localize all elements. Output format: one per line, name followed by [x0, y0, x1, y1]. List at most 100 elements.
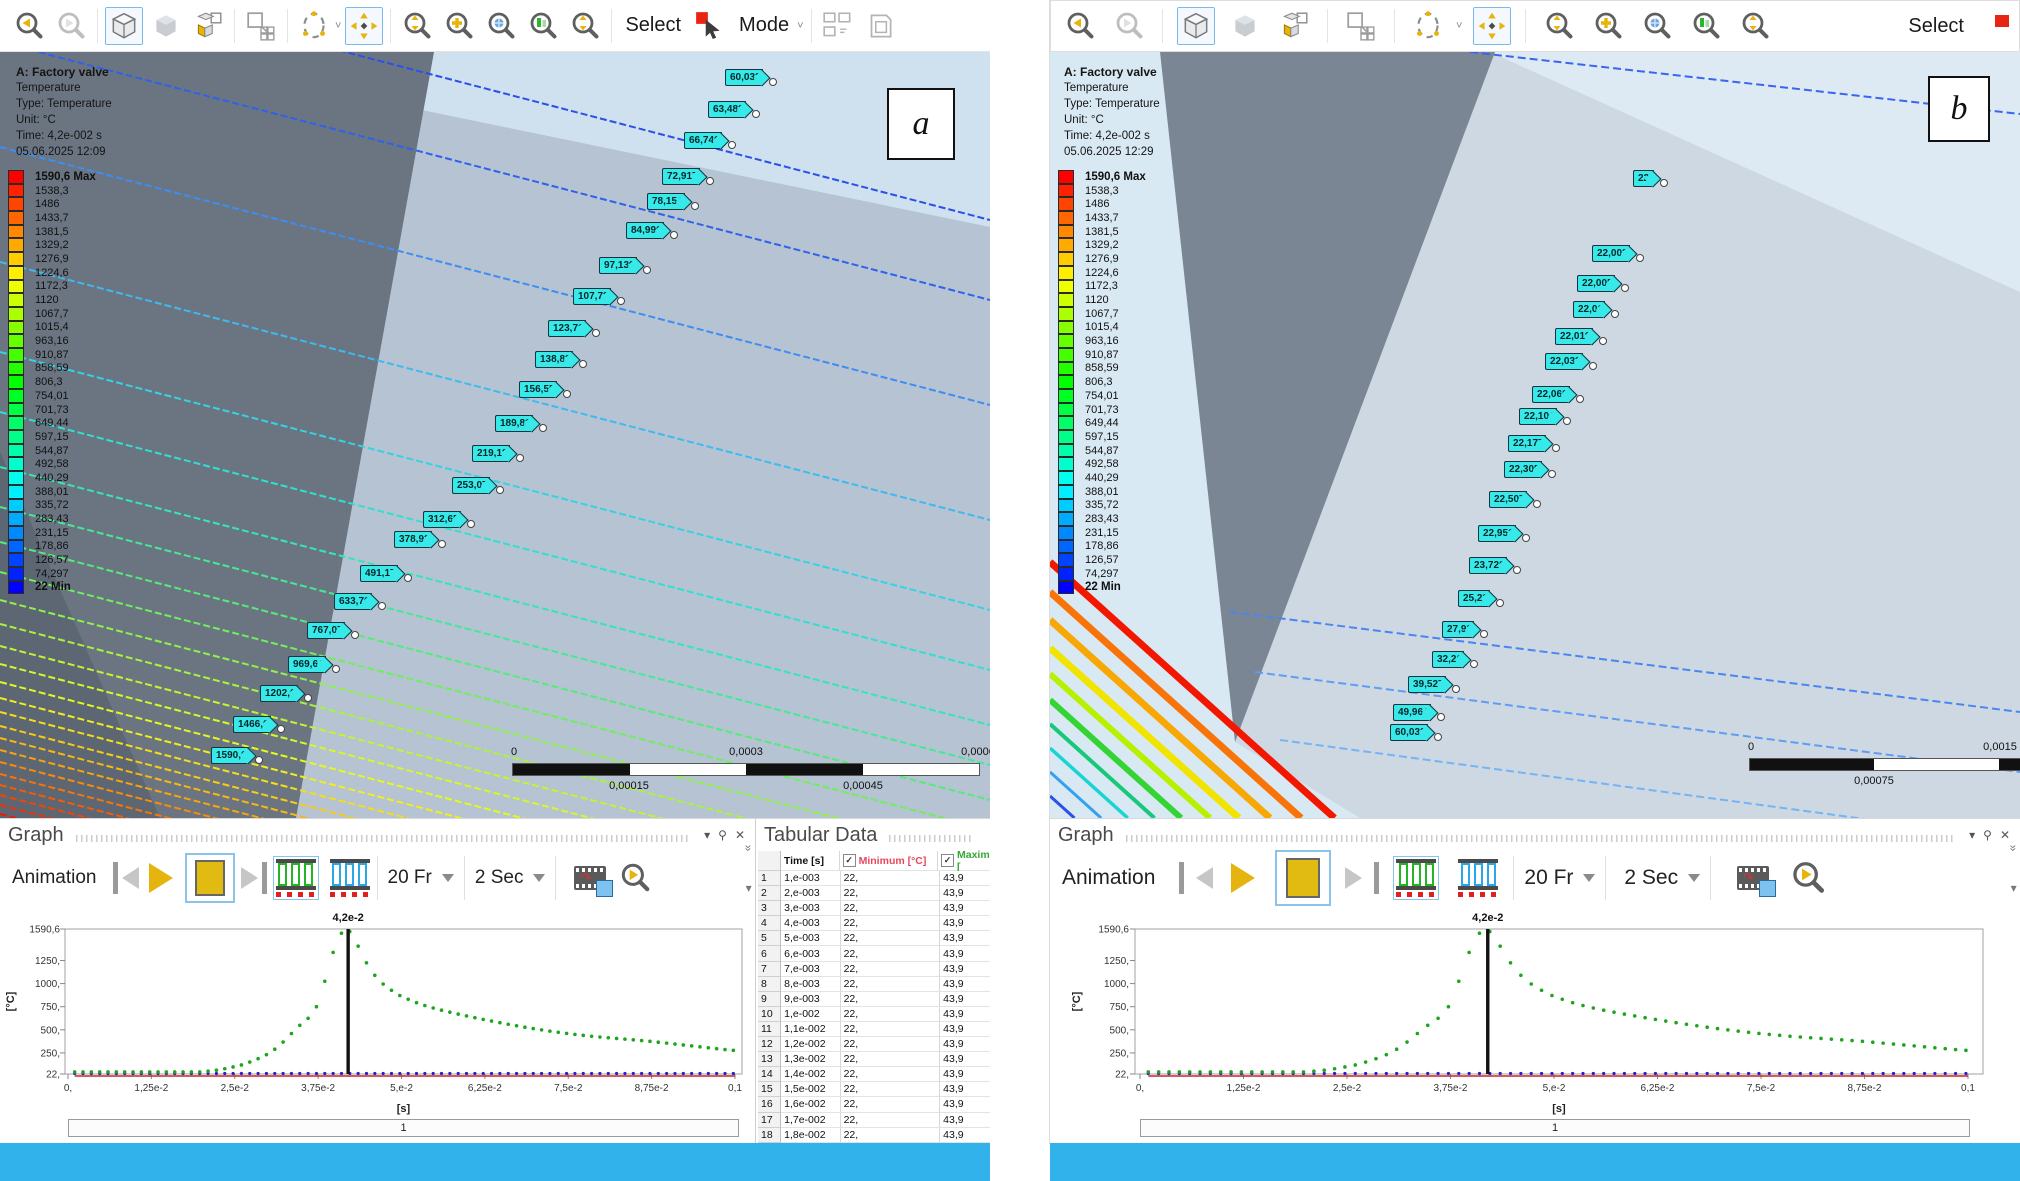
- stop-button[interactable]: [185, 853, 235, 903]
- probe-label[interactable]: 156,55: [519, 381, 571, 398]
- step-back-icon[interactable]: [1196, 867, 1213, 889]
- probe-label[interactable]: 27,92: [1442, 621, 1488, 638]
- zoom-timeline-icon[interactable]: [618, 861, 652, 895]
- skip-start-icon[interactable]: [113, 862, 118, 894]
- maximum-cell[interactable]: 43,9: [940, 871, 990, 886]
- minimum-cell[interactable]: 22,: [841, 916, 941, 931]
- minimum-cell[interactable]: 22,: [841, 1037, 941, 1052]
- table-row[interactable]: 44,e-00322,43,9: [758, 916, 990, 931]
- probe-label[interactable]: 49,964: [1393, 704, 1445, 721]
- time-cell[interactable]: 1,e-003: [781, 871, 840, 886]
- time-cell[interactable]: 1,7e-002: [781, 1113, 840, 1128]
- viewport-b[interactable]: A: Factory valve Temperature Type: Tempe…: [1050, 52, 2020, 818]
- skip-start-icon[interactable]: [1179, 862, 1184, 894]
- zoom-forward-icon[interactable]: [52, 7, 90, 45]
- duration-dropdown[interactable]: 2 Sec: [465, 856, 557, 900]
- probe-label[interactable]: 63,482: [708, 101, 760, 118]
- table-row[interactable]: 121,2e-00222,43,9: [758, 1037, 990, 1052]
- chevron-down-icon[interactable]: ˅: [1456, 20, 1462, 32]
- zoom-out-icon[interactable]: [1736, 7, 1774, 45]
- iso-view-icon[interactable]: [1177, 7, 1215, 45]
- probe-label[interactable]: 123,71: [548, 320, 600, 337]
- table-row[interactable]: 181,8e-00222,43,9: [758, 1128, 990, 1143]
- time-cell[interactable]: 1,4e-002: [781, 1067, 840, 1082]
- stop-button[interactable]: [1275, 850, 1331, 906]
- step-forward-icon[interactable]: [241, 867, 258, 889]
- expand-chevrons-icon[interactable]: »: [2007, 845, 2020, 852]
- caret-down-icon[interactable]: ▾: [746, 881, 752, 895]
- time-cell[interactable]: 4,e-003: [781, 916, 840, 931]
- maximum-cell[interactable]: 43,9: [940, 1128, 990, 1143]
- panel-close-icon[interactable]: ✕: [2000, 828, 2010, 842]
- maximum-cell[interactable]: 43,9: [940, 1007, 990, 1022]
- maximum-cell[interactable]: 43,9: [940, 901, 990, 916]
- panel-side-controls[interactable]: » ▾: [2010, 841, 2017, 895]
- time-cell[interactable]: 6,e-003: [781, 946, 840, 961]
- minimum-cell[interactable]: 22,: [841, 962, 941, 977]
- frames-dropdown[interactable]: 20 Fr: [1513, 856, 1606, 900]
- table-row[interactable]: 131,3e-00222,43,9: [758, 1052, 990, 1067]
- time-cell[interactable]: 7,e-003: [781, 962, 840, 977]
- shaded-cube-icon[interactable]: [147, 7, 185, 45]
- probe-label[interactable]: 84,996: [626, 222, 678, 239]
- probe-label[interactable]: 60,032: [725, 69, 777, 86]
- probe-label[interactable]: 22,019: [1555, 328, 1607, 345]
- time-cell[interactable]: 1,e-002: [781, 1007, 840, 1022]
- probe-label[interactable]: 25,22: [1458, 590, 1504, 607]
- maximum-cell[interactable]: 43,9: [940, 886, 990, 901]
- probe-label[interactable]: 39,527: [1408, 676, 1460, 693]
- zoom-timeline-icon[interactable]: [1789, 859, 1827, 897]
- panel-side-controls[interactable]: » ▾: [745, 841, 752, 895]
- probe-label[interactable]: 66,746: [684, 132, 736, 149]
- skip-end-icon[interactable]: [262, 862, 267, 894]
- probe-label[interactable]: 22,177: [1508, 435, 1560, 452]
- probe-label[interactable]: 969,64: [288, 656, 340, 673]
- minimum-cell[interactable]: 22,: [841, 1097, 941, 1112]
- probe-label[interactable]: 72,917: [662, 168, 714, 185]
- table-row[interactable]: 77,e-00322,43,9: [758, 962, 990, 977]
- play-icon[interactable]: [1231, 863, 1255, 893]
- minimum-cell[interactable]: 22,: [841, 1128, 941, 1143]
- probe-label[interactable]: 219,18: [472, 445, 524, 462]
- play-icon[interactable]: [149, 863, 173, 893]
- result-sets-icon[interactable]: [273, 856, 319, 900]
- table-row[interactable]: 66,e-00322,43,9: [758, 946, 990, 961]
- probe-label[interactable]: 189,81: [495, 415, 547, 432]
- minimum-header-cell[interactable]: ✓Minimum [°C]: [840, 851, 938, 871]
- time-cell[interactable]: 1,3e-002: [781, 1052, 840, 1067]
- probe-label[interactable]: 633,76: [334, 593, 386, 610]
- probe-label[interactable]: 22,: [1633, 170, 1668, 187]
- table-row[interactable]: 88,e-00322,43,9: [758, 977, 990, 992]
- probe-label[interactable]: 23,726: [1469, 557, 1521, 574]
- time-steps-icon[interactable]: [327, 856, 373, 900]
- time-header-cell[interactable]: Time [s]: [781, 851, 840, 871]
- probe-label[interactable]: 767,07: [307, 622, 359, 639]
- probe-label[interactable]: 22,066: [1532, 386, 1584, 403]
- panel-pin-icon[interactable]: ⚲: [718, 828, 727, 842]
- probe-label[interactable]: 138,83: [535, 351, 587, 368]
- table-row[interactable]: 101,e-00222,43,9: [758, 1007, 990, 1022]
- minimum-cell[interactable]: 22,: [841, 931, 941, 946]
- probe-label[interactable]: 32,26: [1432, 651, 1478, 668]
- step-forward-icon[interactable]: [1345, 867, 1362, 889]
- maximum-cell[interactable]: 43,9: [940, 1052, 990, 1067]
- probe-label[interactable]: 78,154: [647, 193, 699, 210]
- probe-label[interactable]: 491,17: [360, 565, 412, 582]
- shaded-cube-icon[interactable]: [1226, 7, 1264, 45]
- timeline-slider[interactable]: 1: [1140, 1119, 1970, 1137]
- minimum-cell[interactable]: 22,: [841, 1067, 941, 1082]
- time-cell[interactable]: 1,8e-002: [781, 1128, 840, 1143]
- window-copy-icon[interactable]: [861, 7, 899, 45]
- time-cell[interactable]: 1,5e-002: [781, 1082, 840, 1097]
- table-row[interactable]: 111,1e-00222,43,9: [758, 1022, 990, 1037]
- zoom-area-icon[interactable]: [524, 7, 562, 45]
- time-cell[interactable]: 9,e-003: [781, 992, 840, 1007]
- maximum-cell[interactable]: 43,9: [940, 946, 990, 961]
- minimum-cell[interactable]: 22,: [841, 901, 941, 916]
- probe-label[interactable]: 312,65: [423, 511, 475, 528]
- zoom-extents-icon[interactable]: [398, 7, 436, 45]
- minimum-cell[interactable]: 22,: [841, 1052, 941, 1067]
- zoom-fit-icon[interactable]: [482, 7, 520, 45]
- time-cell[interactable]: 1,2e-002: [781, 1037, 840, 1052]
- probe-label[interactable]: 97,139: [599, 257, 651, 274]
